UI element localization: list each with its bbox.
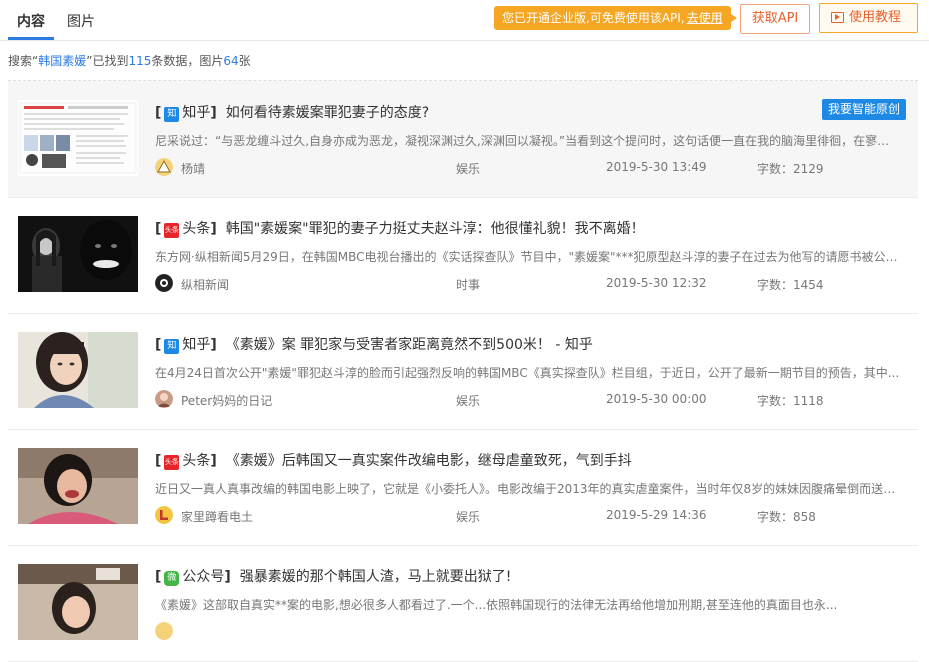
search-summary: 搜索“韩国素媛”已找到115条数据，图片64张 — [8, 52, 251, 69]
publish-time: 2019-5-30 13:49 — [606, 160, 707, 174]
article-thumbnail[interactable] — [18, 216, 138, 292]
word-count: 字数：1454 — [757, 278, 824, 292]
get-api-button[interactable]: 获取API — [740, 4, 810, 34]
source-name: 公众号 — [182, 569, 225, 585]
result-item[interactable]: [知知乎] 《素媛》案 罪犯家与受害者家距离竟然不到500米！ - 知乎 在4月… — [8, 313, 918, 430]
promo-text: 您已开通企业版,可免费使用该API, — [502, 11, 685, 25]
source-name: 知乎 — [182, 337, 211, 353]
author-avatar — [155, 506, 173, 524]
result-item[interactable]: [头条 头条] 《素媛》后韩国又一真实案件改编电影，继母虐童致死，气到手抖 近日又… — [8, 429, 918, 546]
title-text: 《素媛》后韩国又一真实案件改编电影，继母虐童致死，气到手抖 — [225, 453, 632, 469]
enterprise-promo-banner: 您已开通企业版,可免费使用该API, 去使用 — [494, 6, 737, 30]
word-count: 字数：2129 — [757, 162, 824, 176]
article-title[interactable]: [微公众号] 强暴素媛的那个韩国人渣，马上就要出狱了! — [155, 566, 511, 586]
author-name: 家里蹲看电土 — [181, 510, 254, 524]
publish-time: 2019-5-30 12:32 — [606, 276, 707, 290]
article-excerpt: 尼采说过：“与恶龙缠斗过久,自身亦成为恶龙，凝视深渊过久,深渊回以凝视。”当看到… — [155, 134, 900, 148]
source-name: 头条 — [182, 453, 211, 469]
article-excerpt: 近日又一真人真事改编的韩国电影上映了，它就是《小委托人》。电影改编于2013年的… — [155, 482, 900, 496]
article-thumbnail[interactable] — [18, 564, 138, 640]
search-keyword: 韩国素媛 — [38, 54, 87, 68]
article-thumbnail[interactable] — [18, 448, 138, 524]
article-title[interactable]: [头条 头条] 韩国"素媛案"罪犯的妻子力挺丈夫赵斗淳：他很懂礼貌！我不离婚！ — [155, 218, 645, 238]
summary-prefix: 搜索“ — [8, 54, 39, 68]
article-excerpt: 在4月24日首次公开"素媛"罪犯赵斗淳的脸而引起强烈反响的韩国MBC《真实探查队… — [155, 366, 900, 380]
title-text: 如何看待素媛案罪犯妻子的态度? — [225, 105, 430, 121]
result-item[interactable]: [头条 头条] 韩国"素媛案"罪犯的妻子力挺丈夫赵斗淳：他很懂礼貌！我不离婚！ 东… — [8, 197, 918, 314]
toutiao-icon: 头条 — [164, 455, 180, 470]
title-text: 《素媛》案 罪犯家与受害者家距离竟然不到500米！ - 知乎 — [225, 337, 593, 353]
source-name: 知乎 — [182, 105, 211, 121]
author-avatar — [155, 622, 173, 640]
author-avatar — [155, 390, 173, 408]
summary-mid-2: 条数据，图片 — [151, 54, 224, 68]
article-title[interactable]: [知知乎] 如何看待素媛案罪犯妻子的态度? — [155, 102, 429, 122]
result-item[interactable]: [微公众号] 强暴素媛的那个韩国人渣，马上就要出狱了! 《素媛》这部取自真实**… — [8, 545, 918, 662]
summary-suffix: 张 — [238, 54, 251, 68]
summary-mid-1: ”已找到 — [86, 54, 129, 68]
category: 娱乐 — [456, 394, 481, 408]
author-name: 杨靖 — [181, 162, 206, 176]
title-text: 韩国"素媛案"罪犯的妻子力挺丈夫赵斗淳：他很懂礼貌！我不离婚！ — [225, 221, 645, 237]
publish-time: 2019-5-29 14:36 — [606, 508, 707, 522]
result-count: 115 — [128, 54, 152, 68]
promo-use-link[interactable]: 去使用 — [687, 11, 723, 25]
word-count: 字数：1118 — [757, 394, 824, 408]
tutorial-label: 使用教程 — [849, 10, 902, 25]
word-count: 字数：858 — [757, 510, 816, 524]
author-avatar — [155, 274, 173, 292]
tab-content[interactable]: 内容 — [17, 11, 45, 31]
image-count: 64 — [223, 54, 239, 68]
category: 娱乐 — [456, 162, 481, 176]
top-bar: 内容 图片 您已开通企业版,可免费使用该API, 去使用 获取API 使用教程 — [0, 0, 929, 41]
article-title[interactable]: [知知乎] 《素媛》案 罪犯家与受害者家距离竟然不到500米！ - 知乎 — [155, 334, 593, 354]
article-thumbnail[interactable] — [18, 332, 138, 408]
tutorial-button[interactable]: 使用教程 — [819, 3, 918, 33]
article-title[interactable]: [头条 头条] 《素媛》后韩国又一真实案件改编电影，继母虐童致死，气到手抖 — [155, 450, 632, 470]
category: 娱乐 — [456, 510, 481, 524]
author-name: Peter妈妈的日记 — [181, 394, 273, 408]
publish-time: 2019-5-30 00:00 — [606, 392, 707, 406]
active-tab-indicator — [8, 37, 54, 40]
author-name: 纵相新闻 — [181, 278, 230, 292]
category: 时事 — [456, 278, 481, 292]
result-item[interactable]: [知知乎] 如何看待素媛案罪犯妻子的态度? 我要智能原创 尼采说过：“与恶龙缠斗… — [8, 81, 918, 198]
article-excerpt: 《素媛》这部取自真实**案的电影,想必很多人都看过了.一个...依照韩国现行的法… — [155, 598, 838, 612]
tab-images[interactable]: 图片 — [67, 11, 95, 31]
smart-original-button[interactable]: 我要智能原创 — [822, 99, 907, 120]
author-avatar — [155, 158, 173, 176]
source-name: 头条 — [182, 221, 211, 237]
title-text: 强暴素媛的那个韩国人渣，马上就要出狱了! — [239, 569, 512, 585]
zhihu-icon: 知 — [164, 339, 180, 354]
article-thumbnail[interactable] — [18, 100, 138, 176]
wechat-icon: 微 — [164, 571, 180, 586]
article-excerpt: 东方网·纵相新闻5月29日，在韩国MBC电视台播出的《实话探查队》节目中，"素媛… — [155, 250, 900, 264]
video-play-icon — [831, 12, 844, 23]
toutiao-icon: 头条 — [164, 223, 180, 238]
zhihu-icon: 知 — [164, 107, 180, 122]
